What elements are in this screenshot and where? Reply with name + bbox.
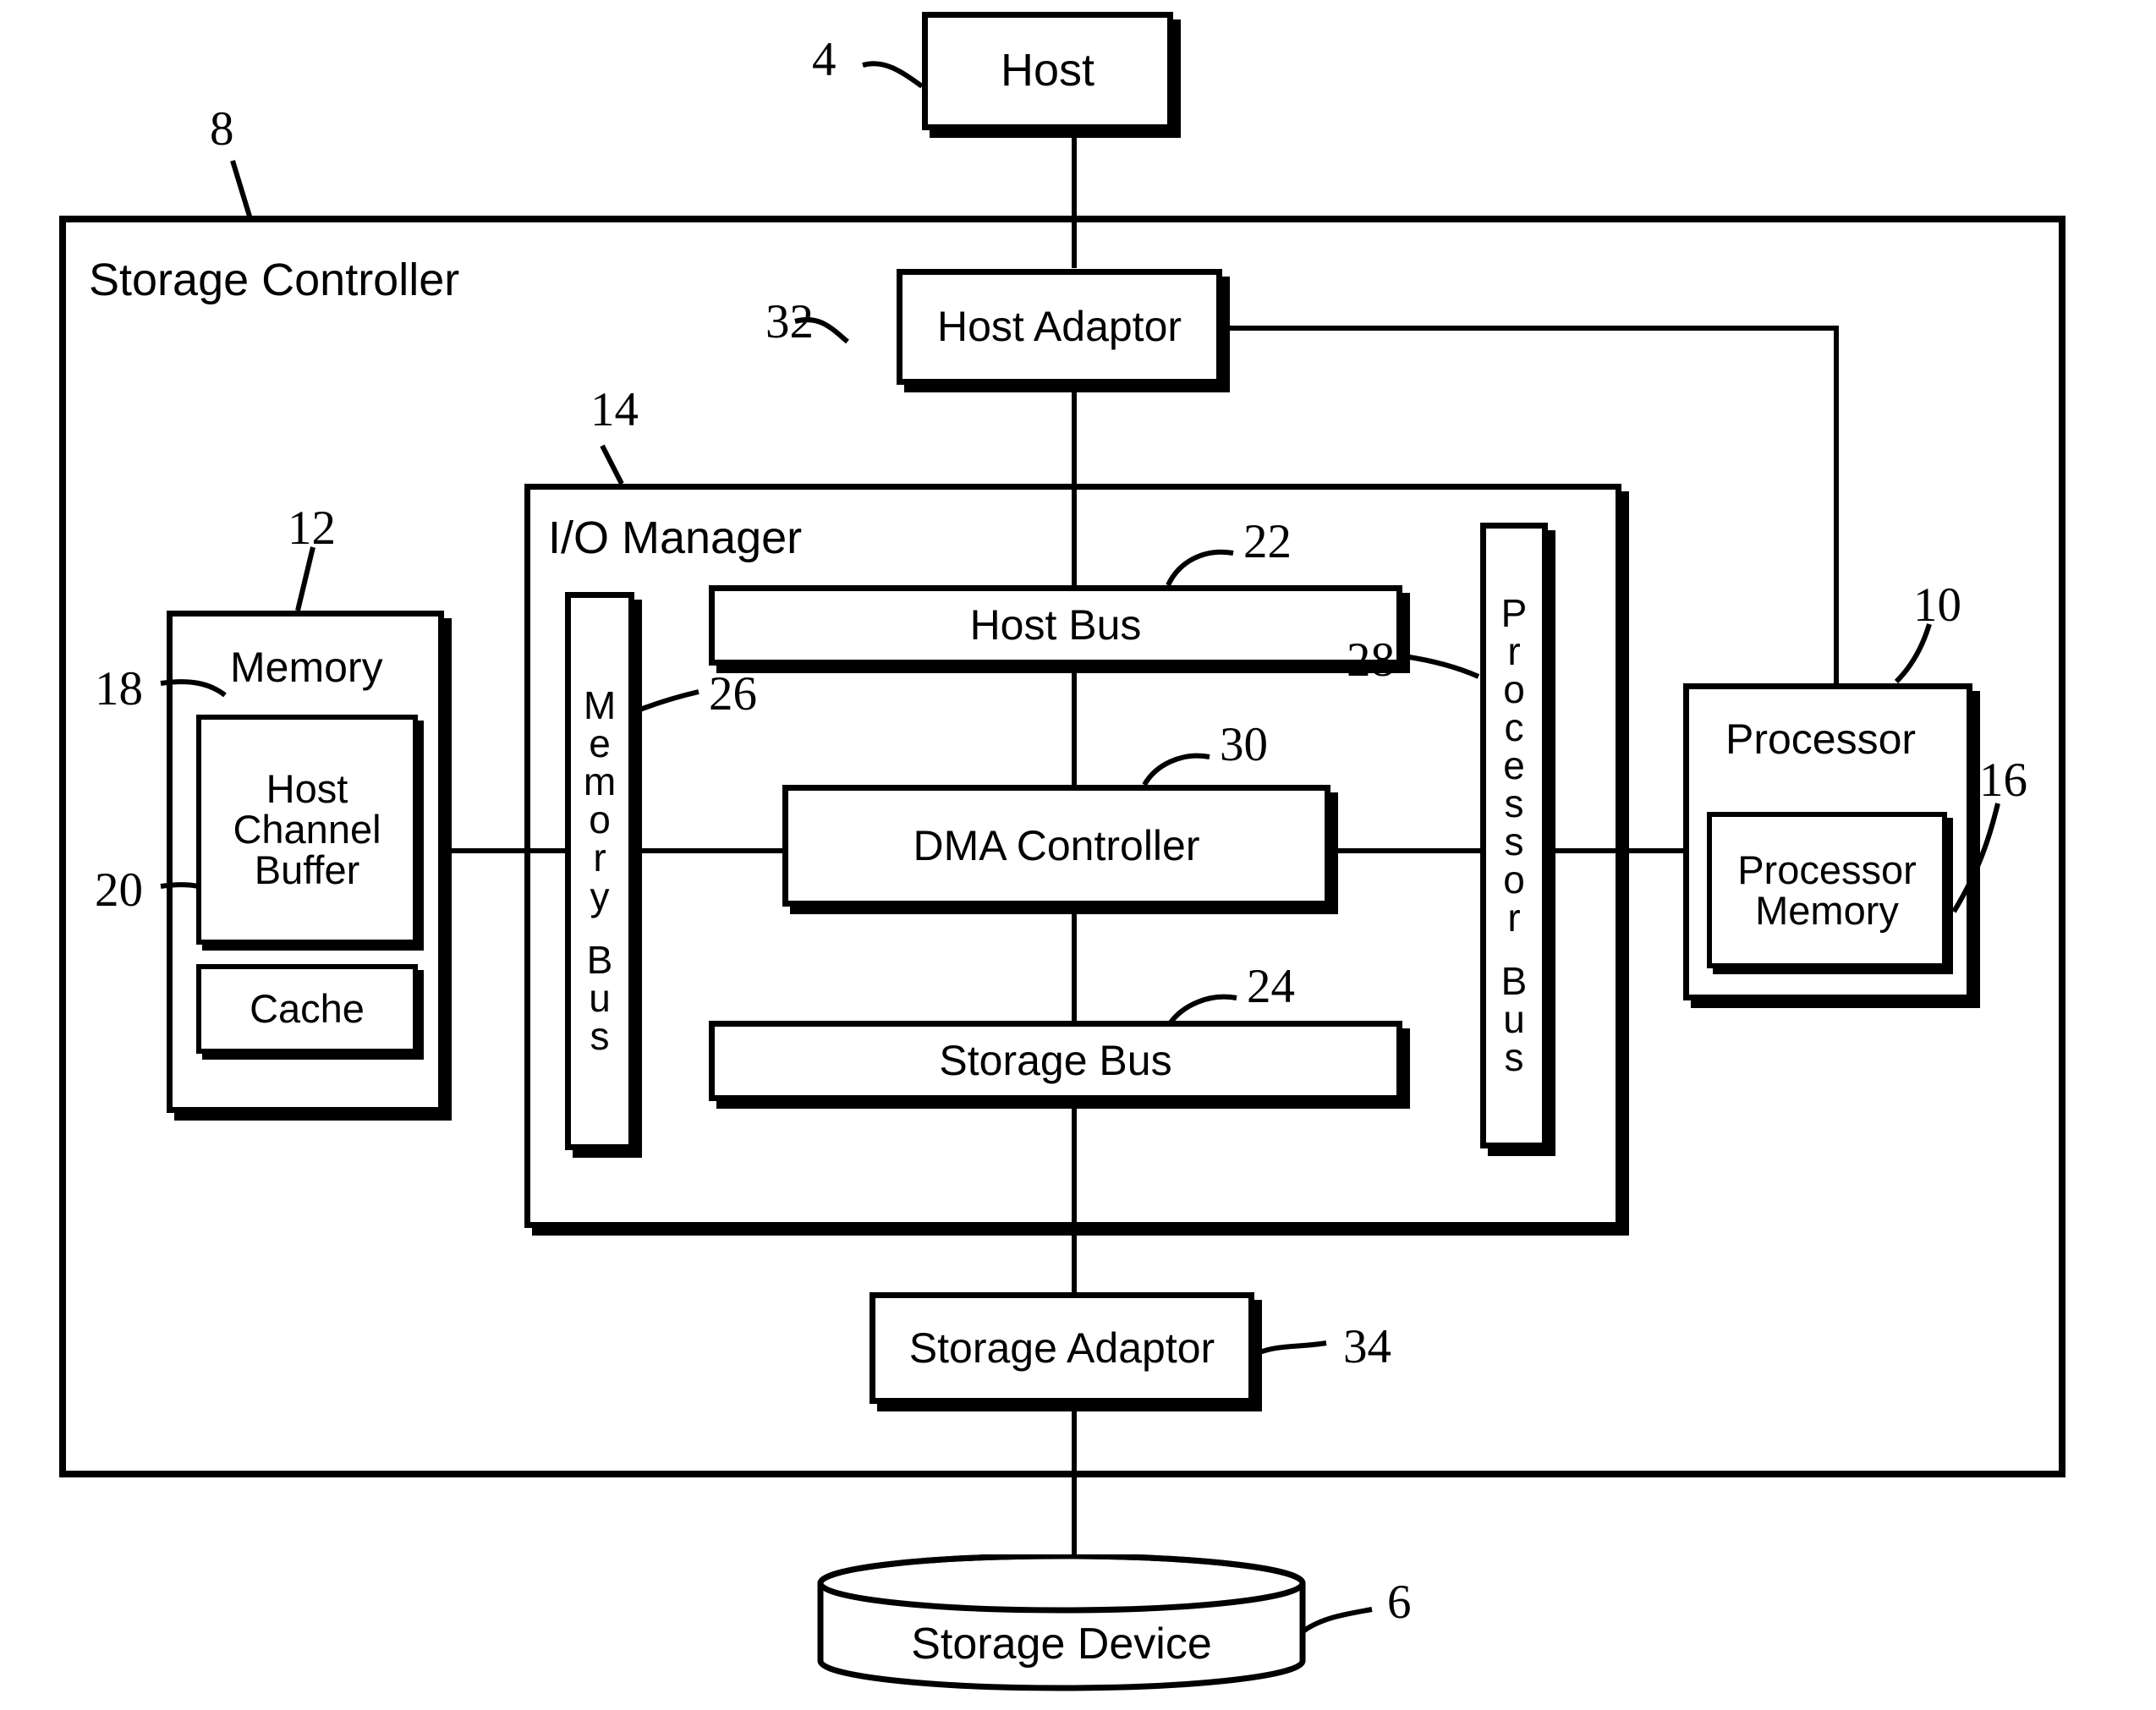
cache-box[interactable]: Cache: [196, 964, 418, 1054]
processor-bus-letter-12: s: [1504, 1035, 1524, 1080]
memory-label: Memory: [230, 644, 383, 691]
host-channel-buffer-label-2: Channel: [233, 807, 381, 852]
ref-18: 18: [95, 662, 143, 715]
memory-bus-letter-8: u: [589, 975, 611, 1020]
processor-bus-letter-2: o: [1503, 666, 1525, 711]
host-channel-buffer-label-1: Host: [266, 766, 348, 812]
processor-bus-letter-7: o: [1503, 858, 1525, 902]
processor-memory-box[interactable]: Processor Memory: [1707, 812, 1947, 968]
processor-memory-label-2: Memory: [1755, 887, 1899, 933]
storage-adaptor-label: Storage Adaptor: [908, 1324, 1215, 1372]
memory-bus-letter-0: M: [583, 683, 617, 728]
ref-4: 4: [812, 33, 837, 86]
ref-16: 16: [1979, 754, 2027, 807]
dma-controller-label: DMA Controller: [913, 821, 1200, 869]
memory-bus-letter-1: e: [589, 721, 611, 766]
processor-label: Processor: [1725, 715, 1917, 763]
dma-controller-box[interactable]: DMA Controller: [782, 785, 1330, 907]
memory-bus-letter-3: o: [589, 797, 611, 842]
memory-bus-letter-7: B: [586, 937, 613, 982]
storage-adaptor-box[interactable]: Storage Adaptor: [870, 1292, 1254, 1404]
processor-bus-letter-5: s: [1504, 781, 1524, 825]
processor-bus-letter-1: r: [1507, 628, 1521, 673]
memory-bus-letter-9: s: [590, 1013, 610, 1058]
host-bus-box[interactable]: Host Bus: [709, 585, 1402, 666]
ref-30: 30: [1220, 718, 1268, 771]
processor-bus-letter-8: r: [1507, 896, 1521, 940]
memory-bus-letter-5: y: [590, 874, 610, 918]
processor-bus-letter-6: s: [1504, 819, 1524, 863]
host-adaptor-label: Host Adaptor: [936, 303, 1182, 350]
cache-label: Cache: [250, 986, 365, 1032]
host-bus-label: Host Bus: [969, 601, 1142, 649]
ref-26: 26: [709, 667, 757, 721]
memory-bus-box[interactable]: M e m o r y B u s: [565, 592, 634, 1150]
ref-20: 20: [95, 863, 143, 917]
ref-32: 32: [765, 295, 814, 348]
memory-bus-letter-2: m: [583, 759, 617, 804]
ref-8: 8: [210, 102, 234, 156]
storage-bus-box[interactable]: Storage Bus: [709, 1021, 1402, 1101]
ref-14: 14: [590, 383, 639, 436]
processor-bus-letter-10: B: [1500, 959, 1528, 1004]
ref-22: 22: [1243, 515, 1292, 568]
storage-bus-label: Storage Bus: [939, 1037, 1172, 1084]
ref-34: 34: [1343, 1320, 1391, 1373]
storage-device-label: Storage Device: [911, 1620, 1212, 1669]
host-adaptor-box[interactable]: Host Adaptor: [897, 269, 1222, 385]
patent-figure: Host 4 Storage Controller 8 Host Adaptor…: [0, 0, 2156, 1710]
io-manager-label: I/O Manager: [548, 512, 803, 563]
processor-memory-label-1: Processor: [1737, 847, 1917, 892]
ref-12: 12: [288, 501, 336, 555]
storage-device-cylinder[interactable]: Storage Device: [816, 1553, 1307, 1698]
host-label: Host: [1000, 45, 1095, 96]
host-channel-buffer-label-3: Buffer: [254, 847, 360, 892]
host-box[interactable]: Host: [922, 12, 1173, 130]
ref-6: 6: [1387, 1576, 1412, 1629]
host-channel-buffer-box[interactable]: Host Channel Buffer: [196, 715, 418, 945]
storage-controller-label: Storage Controller: [89, 255, 460, 305]
processor-bus-letter-3: c: [1504, 704, 1524, 749]
processor-bus-letter-11: u: [1503, 997, 1525, 1042]
ref-28: 28: [1347, 633, 1395, 687]
processor-bus-letter-0: P: [1500, 590, 1528, 635]
memory-bus-letter-4: r: [593, 836, 606, 880]
processor-bus-box[interactable]: P r o c e s s o r B u s: [1480, 523, 1548, 1148]
ref-10: 10: [1913, 578, 1961, 632]
ref-24: 24: [1247, 960, 1295, 1013]
processor-bus-letter-4: e: [1503, 743, 1525, 787]
